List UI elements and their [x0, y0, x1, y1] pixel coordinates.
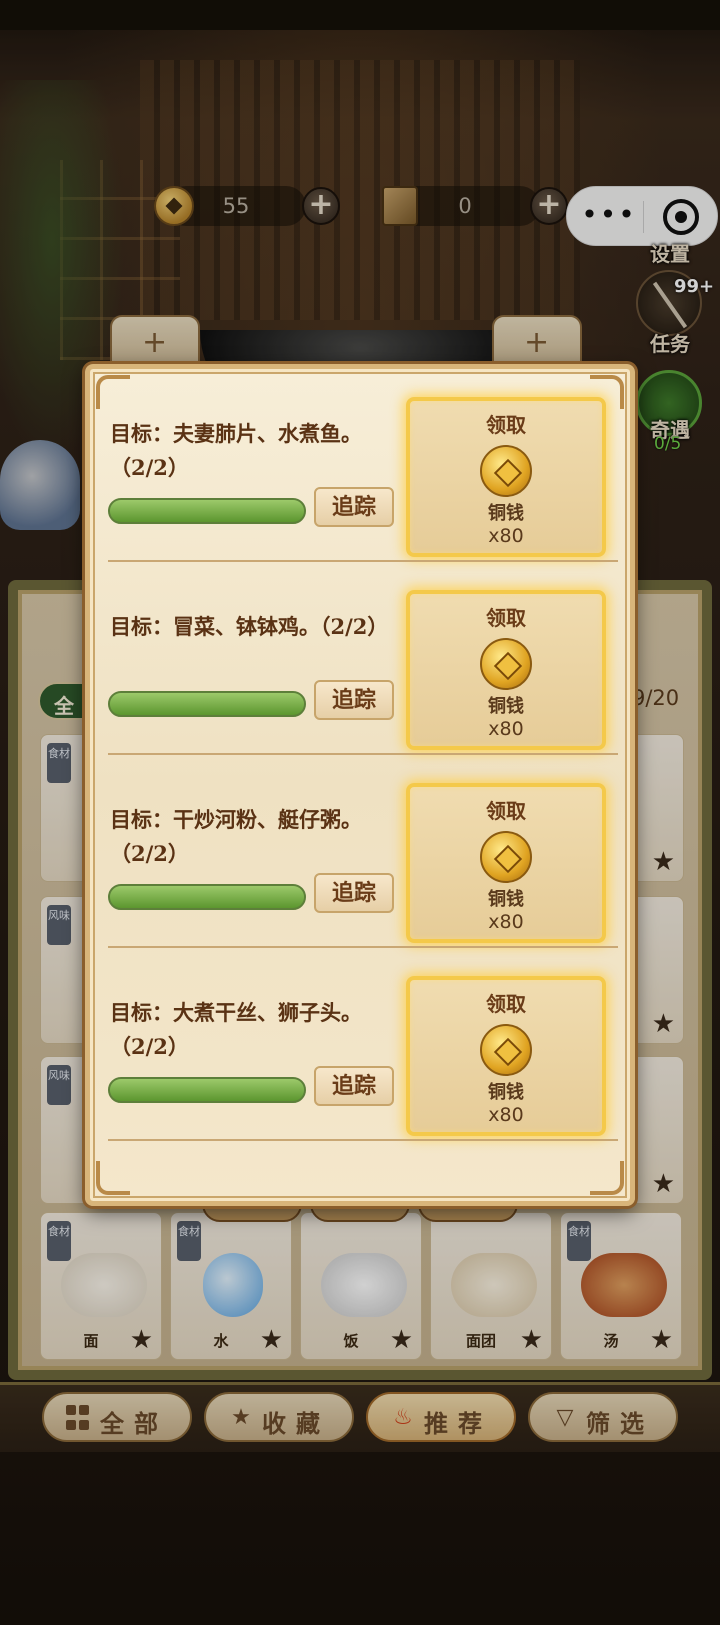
task-progress-bar [108, 884, 306, 910]
copper-coin-icon [480, 1024, 532, 1076]
copper-coin-icon [480, 445, 532, 497]
task-progress-fill [110, 500, 304, 522]
track-button[interactable]: 追踪 [314, 1066, 394, 1106]
copper-coin-icon [480, 831, 532, 883]
task-row: 目标：冒菜、钵钵鸡。（2/2） 追踪 领取 铜钱 x80 [90, 562, 640, 755]
track-button[interactable]: 追踪 [314, 873, 394, 913]
corner-ornament [96, 1161, 130, 1195]
task-row: 目标：干炒河粉、艇仔粥。（2/2） 追踪 领取 铜钱 x80 [90, 755, 640, 948]
claim-label: 领取 [486, 992, 526, 1016]
corner-ornament [590, 1161, 624, 1195]
claim-reward-button[interactable]: 领取铜钱 x80 [406, 783, 606, 943]
claim-label: 领取 [486, 413, 526, 437]
task-progress-bar [108, 1077, 306, 1103]
claim-reward-button[interactable]: 领取铜钱 x80 [406, 397, 606, 557]
reward-amount: x80 [488, 718, 524, 740]
reward-amount: x80 [488, 1104, 524, 1126]
claim-label: 领取 [486, 799, 526, 823]
goals-dialog: 目标：夫妻肺片、水煮鱼。（2/2） 追踪 领取 铜钱 x80 目标：冒菜、钵钵鸡。（2/2… [85, 364, 635, 1206]
task-progress-bar [108, 498, 306, 524]
task-progress-fill [110, 1079, 304, 1101]
task-row: 目标：夫妻肺片、水煮鱼。（2/2） 追踪 领取 铜钱 x80 [90, 369, 640, 562]
task-goal-text: 目标：大煮干丝、狮子头。（2/2） [110, 1000, 362, 1059]
claim-reward-button[interactable]: 领取铜钱 x80 [406, 976, 606, 1136]
claim-label: 领取 [486, 606, 526, 630]
task-progress-fill [110, 693, 304, 715]
copper-coin-icon [480, 638, 532, 690]
reward-amount: x80 [488, 525, 524, 547]
reward-name: 铜钱 [488, 1082, 524, 1103]
track-button[interactable]: 追踪 [314, 680, 394, 720]
claim-reward-button[interactable]: 领取铜钱 x80 [406, 590, 606, 750]
task-goal-text: 目标：夫妻肺片、水煮鱼。（2/2） [110, 421, 362, 480]
task-progress-fill [110, 886, 304, 908]
task-row: 目标：大煮干丝、狮子头。（2/2） 追踪 领取 铜钱 x80 [90, 948, 640, 1141]
row-divider [108, 1139, 618, 1141]
reward-amount: x80 [488, 911, 524, 933]
reward-name: 铜钱 [488, 696, 524, 717]
task-goal-text: 目标：冒菜、钵钵鸡。（2/2） [110, 614, 389, 639]
reward-name: 铜钱 [488, 503, 524, 524]
task-progress-bar [108, 691, 306, 717]
track-button[interactable]: 追踪 [314, 487, 394, 527]
task-goal-text: 目标：干炒河粉、艇仔粥。（2/2） [110, 807, 362, 866]
reward-name: 铜钱 [488, 889, 524, 910]
